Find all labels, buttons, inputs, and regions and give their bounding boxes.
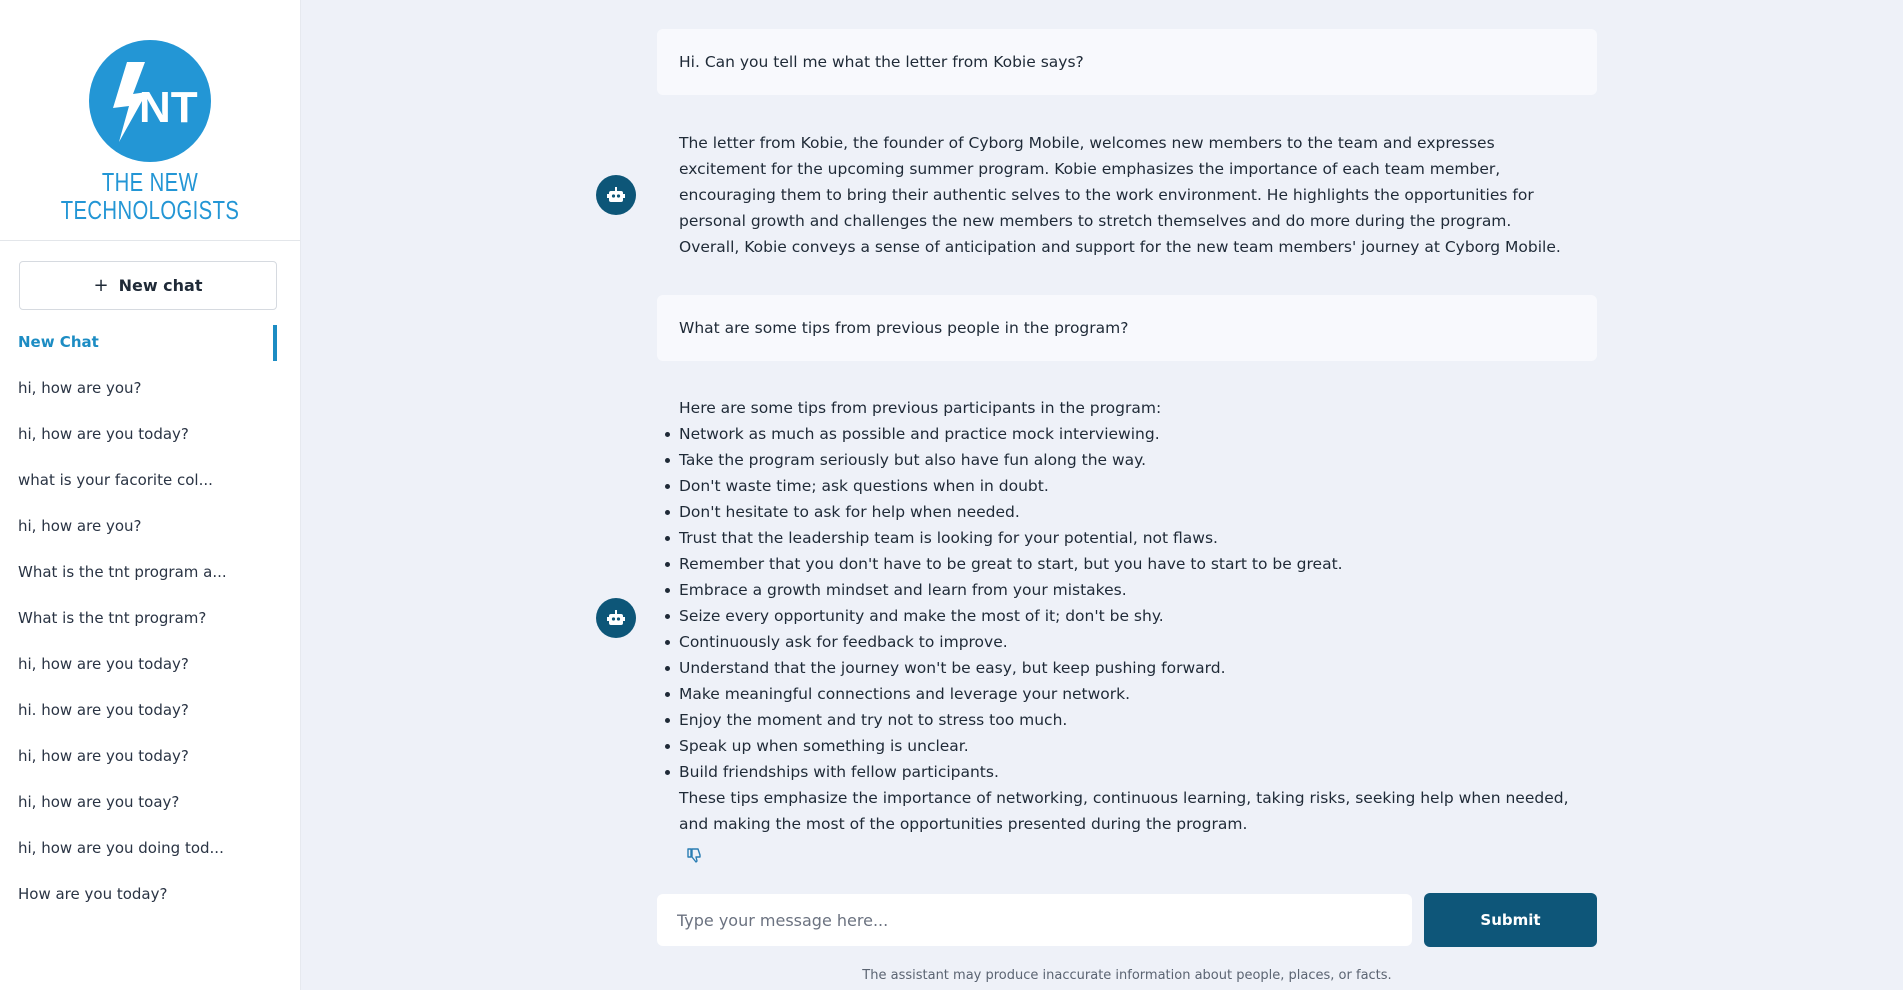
list-item: Speak up when something is unclear. [665, 733, 1575, 759]
tips-intro: Here are some tips from previous partici… [679, 399, 1162, 417]
list-item: Embrace a growth mindset and learn from … [665, 577, 1575, 603]
assistant-message-text: The letter from Kobie, the founder of Cy… [679, 134, 1561, 256]
new-chat-button[interactable]: + New chat [19, 261, 277, 310]
list-item: Don't hesitate to ask for help when need… [665, 499, 1575, 525]
list-item: Trust that the leadership team is lookin… [665, 525, 1575, 551]
chat-history-item[interactable]: hi, how are you doing tod... [0, 828, 300, 874]
disclaimer-text: The assistant may produce inaccurate inf… [862, 968, 1392, 983]
list-item: Enjoy the moment and try not to stress t… [665, 707, 1575, 733]
chat-history-item[interactable]: hi, how are you today? [0, 414, 300, 460]
thumbs-down-button[interactable] [686, 847, 702, 863]
sidebar: NT THE NEW TECHNOLOGISTS + New chat New … [0, 0, 301, 990]
chat-history-item[interactable]: hi, how are you? [0, 368, 300, 414]
chat-history-item[interactable]: What is the tnt program a... [0, 552, 300, 598]
assistant-message: The letter from Kobie, the founder of Cy… [657, 130, 1597, 260]
robot-icon [607, 187, 625, 202]
user-message: What are some tips from previous people … [657, 295, 1597, 361]
submit-button[interactable]: Submit [1424, 893, 1597, 947]
chat-history-item[interactable]: what is your facorite col... [0, 460, 300, 506]
list-item: Seize every opportunity and make the mos… [665, 603, 1575, 629]
thumbs-down-icon [687, 848, 701, 863]
bot-avatar [596, 598, 636, 638]
tips-outro: These tips emphasize the importance of n… [679, 789, 1569, 833]
user-message-text: Hi. Can you tell me what the letter from… [679, 53, 1084, 71]
robot-icon [607, 610, 625, 625]
list-item: Take the program seriously but also have… [665, 447, 1575, 473]
list-item: Continuously ask for feedback to improve… [665, 629, 1575, 655]
chat-history-item[interactable]: hi, how are you toay? [0, 782, 300, 828]
bot-avatar [596, 175, 636, 215]
list-item: Remember that you don't have to be great… [665, 551, 1575, 577]
list-item: Understand that the journey won't be eas… [665, 655, 1575, 681]
logo-letters: NT [139, 83, 198, 132]
tips-list: Network as much as possible and practice… [665, 421, 1575, 785]
list-item: Build friendships with fellow participan… [665, 759, 1575, 785]
lightning-bolt-icon: NT [113, 62, 198, 142]
new-chat-label: New chat [118, 276, 203, 295]
user-message-text: What are some tips from previous people … [679, 319, 1129, 337]
chat-history-list: New Chat hi, how are you? hi, how are yo… [0, 322, 300, 920]
chat-history-item-active[interactable]: New Chat [0, 322, 300, 368]
chat-history-item[interactable]: What is the tnt program? [0, 598, 300, 644]
chat-history-item[interactable]: hi, how are you today? [0, 644, 300, 690]
plus-icon: + [93, 275, 109, 296]
logo-area: NT THE NEW TECHNOLOGISTS [0, 0, 300, 241]
list-item: Don't waste time; ask questions when in … [665, 473, 1575, 499]
list-item: Network as much as possible and practice… [665, 421, 1575, 447]
user-message: Hi. Can you tell me what the letter from… [657, 29, 1597, 95]
brand-name-line2: TECHNOLOGISTS [60, 195, 240, 225]
list-item: Make meaningful connections and leverage… [665, 681, 1575, 707]
chat-main: Hi. Can you tell me what the letter from… [300, 0, 1903, 990]
message-input[interactable] [657, 894, 1412, 946]
chat-history-item[interactable]: hi. how are you today? [0, 690, 300, 736]
assistant-message: Here are some tips from previous partici… [657, 395, 1597, 837]
brand-logo: NT [89, 40, 211, 162]
chat-history-item[interactable]: How are you today? [0, 874, 300, 920]
brand-name-line1: THE NEW [101, 167, 199, 197]
chat-history-item[interactable]: hi, how are you today? [0, 736, 300, 782]
chat-history-item[interactable]: hi, how are you? [0, 506, 300, 552]
brand-name: THE NEW TECHNOLOGISTS [33, 168, 267, 224]
